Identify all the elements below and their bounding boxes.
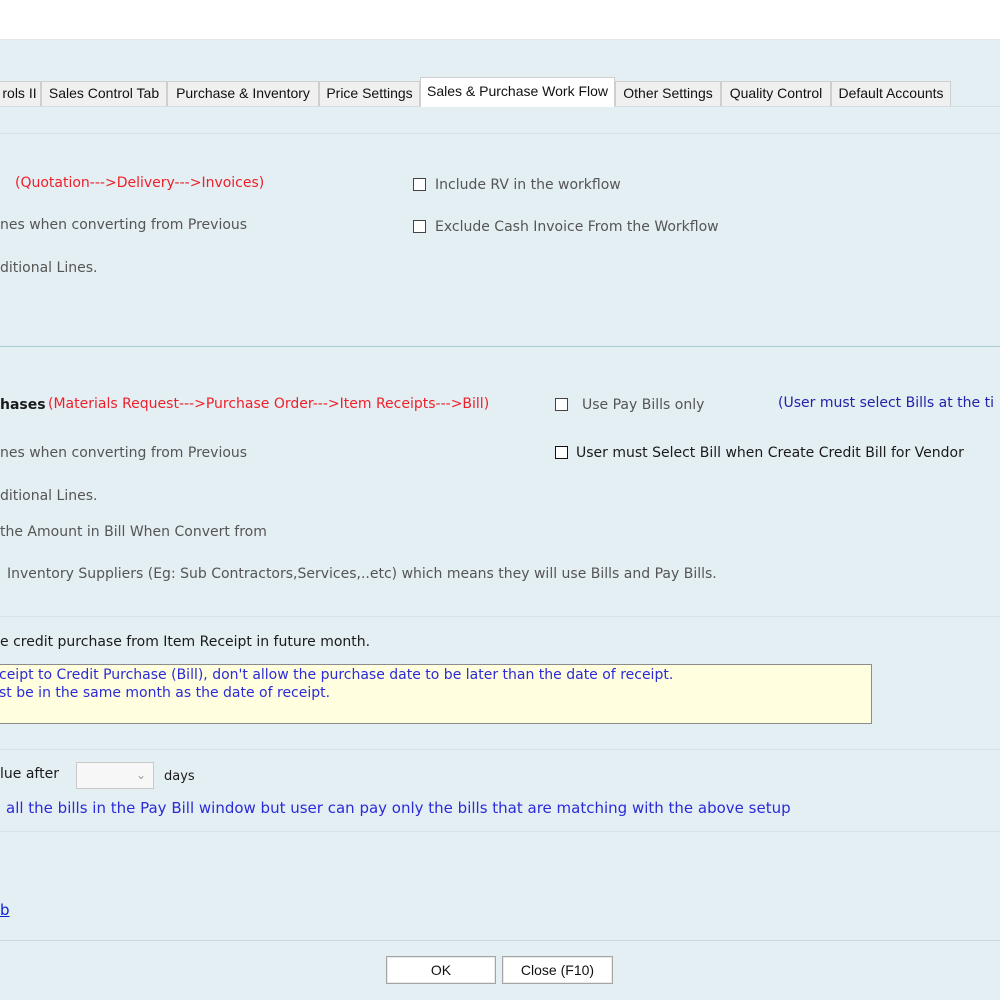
tab-price-settings[interactable]: Price Settings xyxy=(319,81,420,106)
section-divider xyxy=(0,749,1000,750)
tab-quality-control[interactable]: Quality Control xyxy=(721,81,831,106)
select-bill-credit-label[interactable]: User must Select Bill when Create Credit… xyxy=(576,445,964,461)
user-must-select-bills-note: (User must select Bills at the ti xyxy=(778,395,994,411)
purchases-option-line: ditional Lines. xyxy=(0,488,98,504)
select-bill-credit-checkbox[interactable] xyxy=(555,446,568,459)
tab-sales-purchase-work-flow[interactable]: Sales & Purchase Work Flow xyxy=(420,77,615,107)
purchases-option-line: Inventory Suppliers (Eg: Sub Contractors… xyxy=(7,566,717,582)
note-line: ceipt to Credit Purchase (Bill), don't a… xyxy=(0,667,674,683)
exclude-cash-invoice-checkbox[interactable] xyxy=(413,220,426,233)
chevron-down-icon: ⌄ xyxy=(135,768,146,782)
exclude-cash-invoice-label[interactable]: Exclude Cash Invoice From the Workflow xyxy=(435,219,719,235)
tab-purchase-inventory[interactable]: Purchase & Inventory xyxy=(167,81,319,106)
sales-option-line: nes when converting from Previous xyxy=(0,217,248,233)
section-divider xyxy=(0,831,1000,832)
due-days-select[interactable]: ⌄ xyxy=(76,762,154,789)
ok-button[interactable]: OK xyxy=(386,956,496,984)
window-title-bar xyxy=(0,0,1000,40)
purchases-option-line: nes when converting from Previous xyxy=(0,445,248,461)
use-pay-bills-label[interactable]: Use Pay Bills only xyxy=(582,397,704,413)
section-divider xyxy=(0,346,1000,347)
days-label: days xyxy=(164,769,195,784)
sales-workflow-hint: (Quotation--->Delivery--->Invoices) xyxy=(15,175,265,191)
tab-default-accounts[interactable]: Default Accounts xyxy=(831,81,951,106)
section-divider xyxy=(0,133,1000,134)
purchases-heading: hases xyxy=(0,397,46,413)
settings-tab-strip: rols II Sales Control Tab Purchase & Inv… xyxy=(0,77,1000,107)
section-divider xyxy=(0,616,1000,617)
include-rv-checkbox[interactable] xyxy=(413,178,426,191)
use-pay-bills-checkbox[interactable] xyxy=(555,398,568,411)
close-button[interactable]: Close (F10) xyxy=(502,956,613,984)
dialog-footer xyxy=(0,940,1000,1000)
due-after-label: lue after xyxy=(0,766,59,782)
pay-bill-note: all the bills in the Pay Bill window but… xyxy=(6,799,791,817)
tab-other-settings[interactable]: Other Settings xyxy=(615,81,721,106)
tab-controls-ii[interactable]: rols II xyxy=(0,81,41,106)
note-line: st be in the same month as the date of r… xyxy=(0,685,331,701)
purchases-workflow-hint: (Materials Request--->Purchase Order--->… xyxy=(48,396,490,412)
sales-option-line: ditional Lines. xyxy=(0,260,98,276)
credit-purchase-note-box: ceipt to Credit Purchase (Bill), don't a… xyxy=(0,664,872,724)
purchases-option-line: the Amount in Bill When Convert from xyxy=(0,524,267,540)
include-rv-label[interactable]: Include RV in the workflow xyxy=(435,177,621,193)
tab-sales-control[interactable]: Sales Control Tab xyxy=(41,81,167,106)
credit-purchase-future-month-label[interactable]: e credit purchase from Item Receipt in f… xyxy=(0,634,370,650)
settings-link[interactable]: b xyxy=(0,901,10,919)
